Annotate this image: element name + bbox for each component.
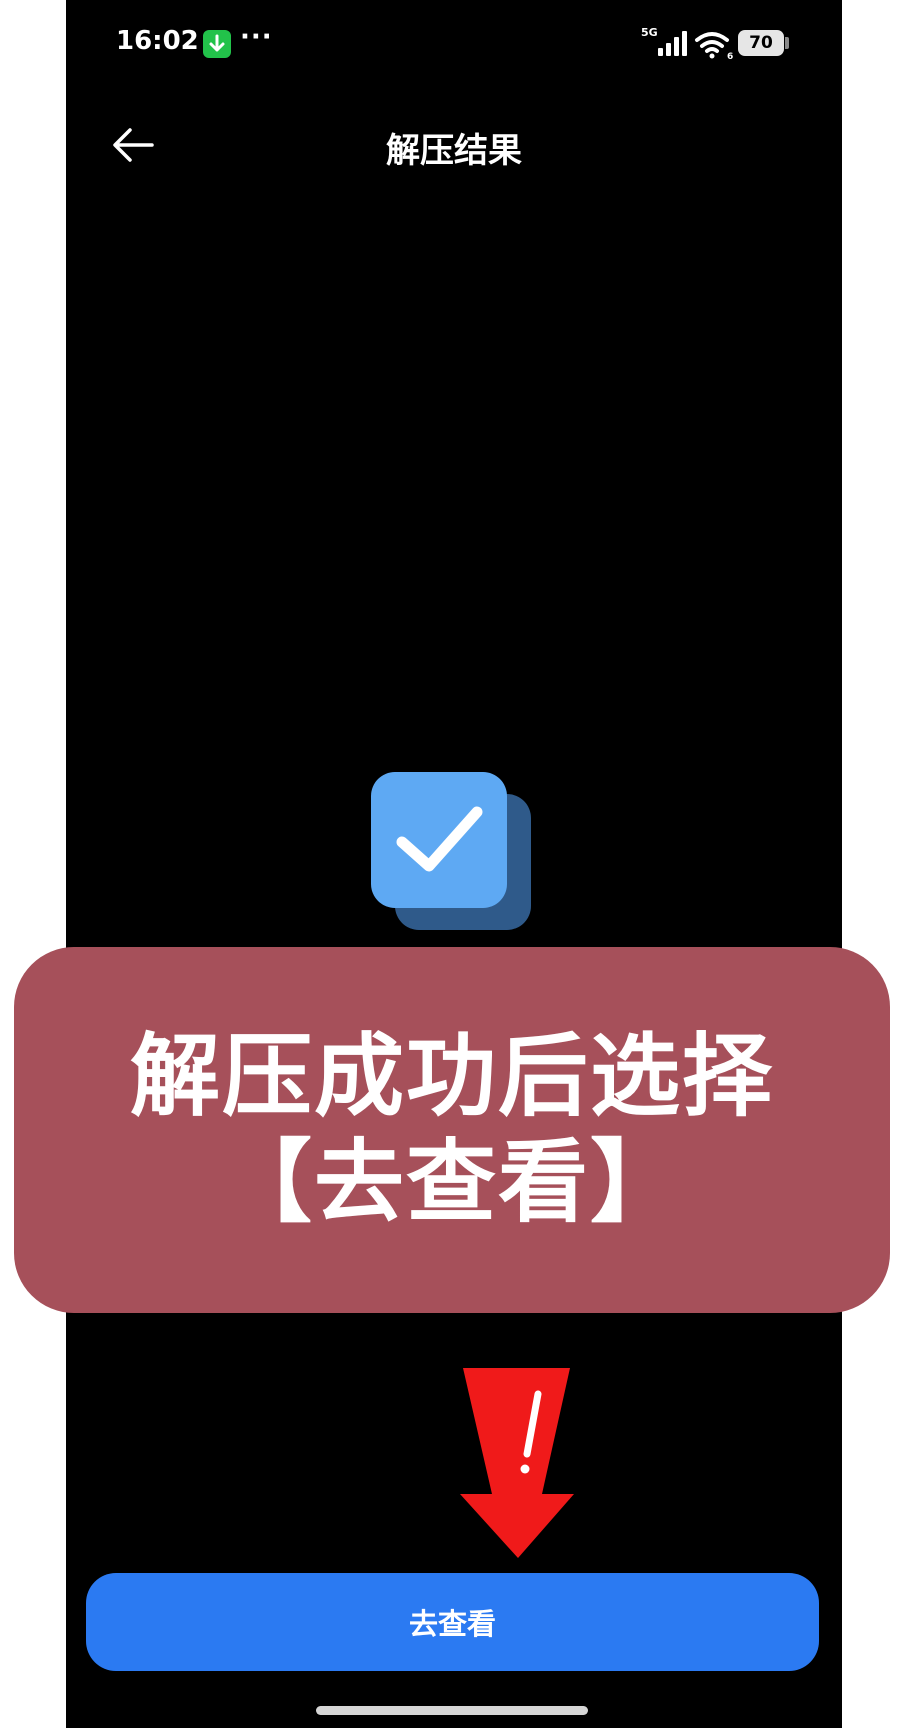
caption-line-2: 【去查看】 [222,1130,682,1235]
page-title: 解压结果 [386,131,522,171]
red-arrow-down-icon [460,1368,574,1558]
caption-banner: 解压成功后选择 【去查看】 [14,947,890,1313]
status-time: 16:02 [116,26,199,56]
checkmark-success-icon [371,772,531,930]
wifi-icon: 6 [695,32,733,60]
home-indicator [316,1706,588,1715]
phone-screen: 16:02 ··· 5G 6 70 解压结果 [66,0,842,1728]
cellular-signal-icon [658,31,687,56]
more-notifications-indicator: ··· [240,22,273,52]
caption-line-1: 解压成功后选择 [130,1023,774,1129]
wifi-version-label: 6 [727,52,733,60]
download-notification-icon [203,30,231,58]
view-button[interactable]: 去查看 [86,1573,819,1671]
battery-indicator: 70 [738,30,784,56]
battery-tip [785,37,789,49]
